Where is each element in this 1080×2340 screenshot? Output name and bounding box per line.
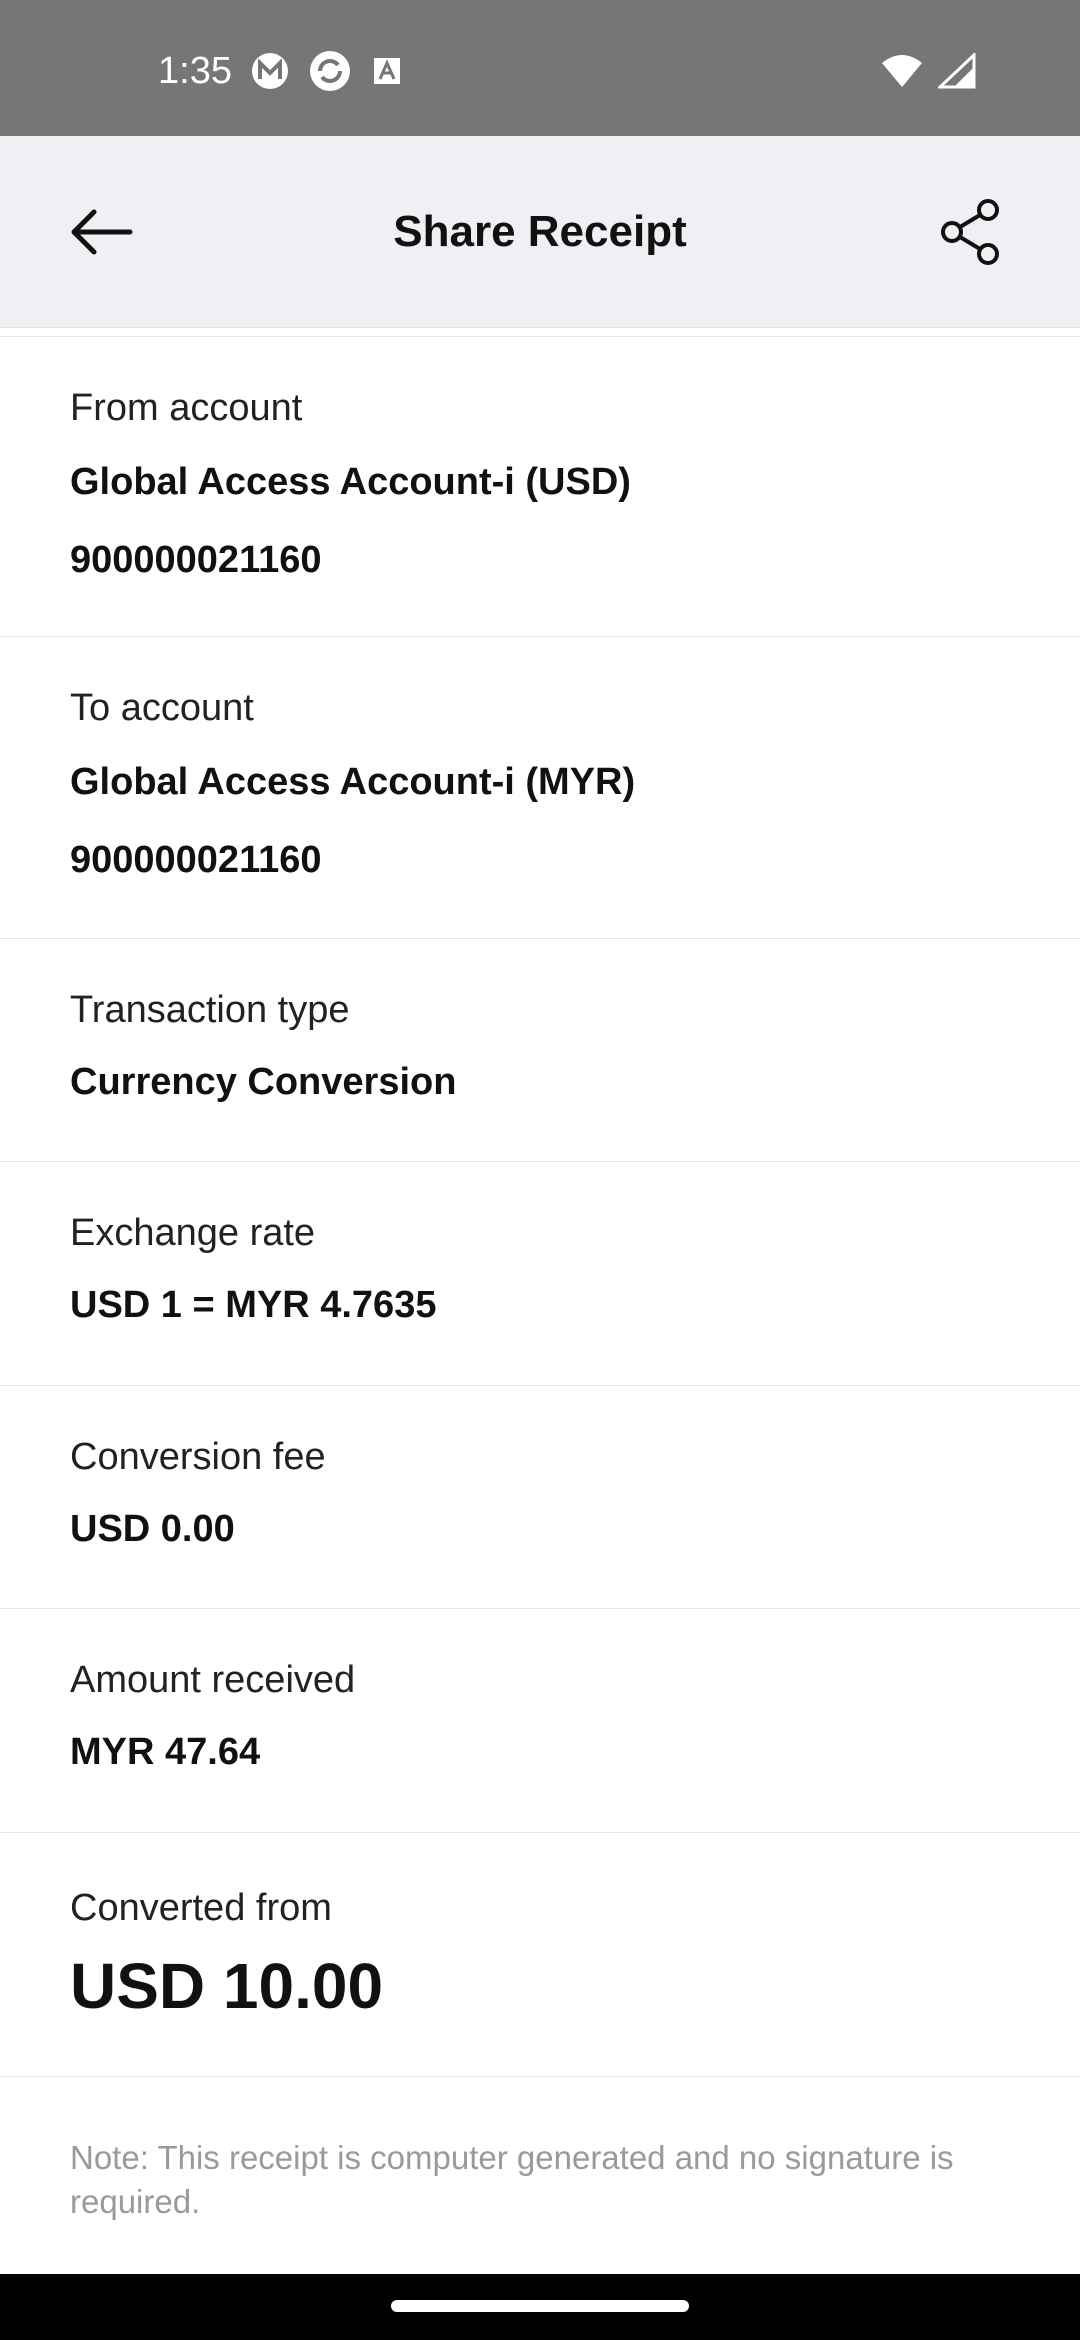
share-button[interactable] (936, 196, 1008, 268)
exchange-rate-value: USD 1 = MYR 4.7635 (70, 1284, 437, 1326)
page-title: Share Receipt (393, 207, 687, 256)
conversion-fee-label: Conversion fee (70, 1436, 326, 1478)
from-account-section: From account Global Access Account-i (US… (0, 336, 1080, 636)
status-bar: 1:35 (0, 0, 1080, 136)
signal-icon (938, 53, 976, 89)
status-icons-right (880, 50, 976, 92)
from-account-label: From account (70, 387, 303, 429)
system-nav-bar (0, 2274, 1080, 2340)
converted-from-value: USD 10.00 (70, 1950, 384, 2022)
from-account-number: 900000021160 (70, 539, 322, 581)
amount-received-label: Amount received (70, 1659, 356, 1701)
receipt-note: Note: This receipt is computer generated… (70, 2139, 954, 2220)
status-time: 1:35 (158, 50, 232, 92)
to-account-label: To account (70, 687, 254, 729)
share-icon (941, 199, 999, 265)
conversion-fee-section: Conversion fee USD 0.00 (0, 1385, 1080, 1608)
amount-received-value: MYR 47.64 (70, 1731, 261, 1773)
transaction-type-value: Currency Conversion (70, 1061, 457, 1103)
to-account-number: 900000021160 (70, 839, 322, 881)
transaction-type-label: Transaction type (70, 989, 350, 1031)
conversion-fee-value: USD 0.00 (70, 1508, 235, 1550)
status-icons-left (250, 50, 404, 92)
to-account-section: To account Global Access Account-i (MYR)… (0, 636, 1080, 938)
amount-received-section: Amount received MYR 47.64 (0, 1608, 1080, 1832)
font-app-icon (374, 58, 400, 84)
sync-app-icon (310, 51, 350, 91)
exchange-rate-label: Exchange rate (70, 1212, 316, 1254)
exchange-rate-section: Exchange rate USD 1 = MYR 4.7635 (0, 1161, 1080, 1385)
home-gesture-bar[interactable] (391, 2300, 689, 2312)
receipt-content: From account Global Access Account-i (US… (0, 336, 1080, 2077)
wifi-icon (882, 55, 922, 87)
to-account-name: Global Access Account-i (MYR) (70, 761, 636, 803)
app-bar: Share Receipt (0, 136, 1080, 328)
transaction-type-section: Transaction type Currency Conversion (0, 938, 1080, 1161)
m-app-icon (252, 53, 288, 89)
converted-from-section: Converted from USD 10.00 (0, 1832, 1080, 2077)
from-account-name: Global Access Account-i (USD) (70, 461, 631, 503)
converted-from-label: Converted from (70, 1887, 332, 1929)
